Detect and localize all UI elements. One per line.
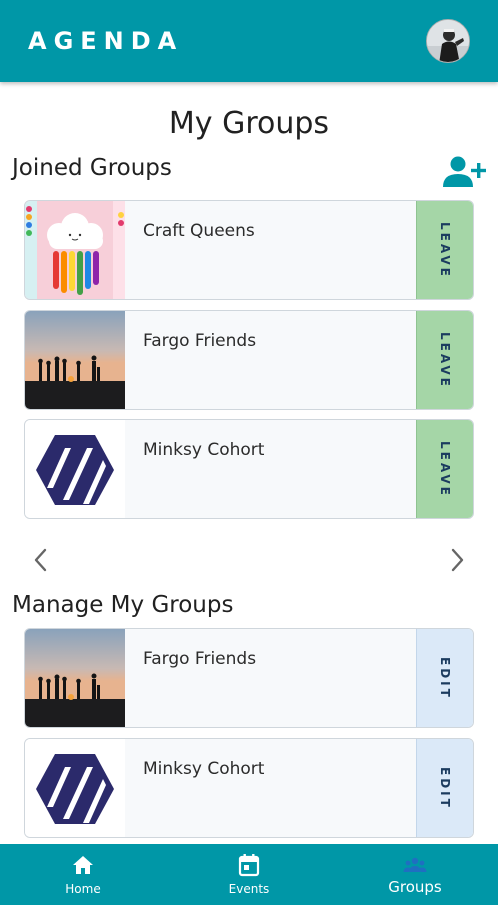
edit-button-label: EDIT <box>438 766 452 810</box>
nav-home-label: Home <box>65 882 101 896</box>
group-name: Minksy Cohort <box>143 440 265 460</box>
edit-button-label: EDIT <box>438 656 452 700</box>
joined-groups-heading: Joined Groups <box>12 155 172 181</box>
group-name: Fargo Friends <box>143 331 257 351</box>
leave-button-label: LEAVE <box>438 440 452 498</box>
nav-events-label: Events <box>228 882 270 896</box>
avatar[interactable] <box>426 19 470 63</box>
leave-button[interactable]: LEAVE <box>416 311 473 409</box>
home-icon <box>73 856 93 874</box>
group-image <box>25 420 125 518</box>
group-image <box>25 201 125 299</box>
bottom-navigation: Home Events Groups <box>0 844 498 905</box>
carousel-next-icon[interactable] <box>442 545 472 575</box>
nav-events[interactable]: Events <box>166 844 332 905</box>
edit-button[interactable]: EDIT <box>416 739 473 837</box>
add-group-icon[interactable] <box>440 155 488 189</box>
group-image <box>25 739 125 837</box>
group-name: Craft Queens <box>143 221 255 241</box>
group-image <box>25 311 125 409</box>
leave-button-label: LEAVE <box>438 331 452 389</box>
edit-button[interactable]: EDIT <box>416 629 473 727</box>
managed-group-card[interactable]: Minksy Cohort EDIT <box>24 738 474 838</box>
calendar-icon <box>238 854 260 877</box>
managed-group-card[interactable]: Fargo Friends EDIT <box>24 628 474 728</box>
joined-group-card[interactable]: Fargo Friends LEAVE <box>24 310 474 410</box>
leave-button[interactable]: LEAVE <box>416 420 473 518</box>
top-app-bar: AGENDA <box>0 0 498 82</box>
leave-button-label: LEAVE <box>438 221 452 279</box>
brand-title: AGENDA <box>28 27 184 55</box>
page-title: My Groups <box>168 106 330 141</box>
joined-group-card[interactable]: Minksy Cohort LEAVE <box>24 419 474 519</box>
app: AGENDA My Groups Joined Groups Craft Que… <box>0 0 498 905</box>
nav-groups-label: Groups <box>388 878 442 896</box>
joined-group-card[interactable]: Craft Queens LEAVE <box>24 200 474 300</box>
manage-groups-heading: Manage My Groups <box>12 592 234 618</box>
group-name: Fargo Friends <box>143 649 257 669</box>
nav-groups[interactable]: Groups <box>332 844 498 905</box>
groups-icon <box>403 857 427 872</box>
nav-home[interactable]: Home <box>0 844 166 905</box>
carousel-prev-icon[interactable] <box>26 545 56 575</box>
group-name: Minksy Cohort <box>143 759 265 779</box>
group-image <box>25 629 125 727</box>
leave-button[interactable]: LEAVE <box>416 201 473 299</box>
